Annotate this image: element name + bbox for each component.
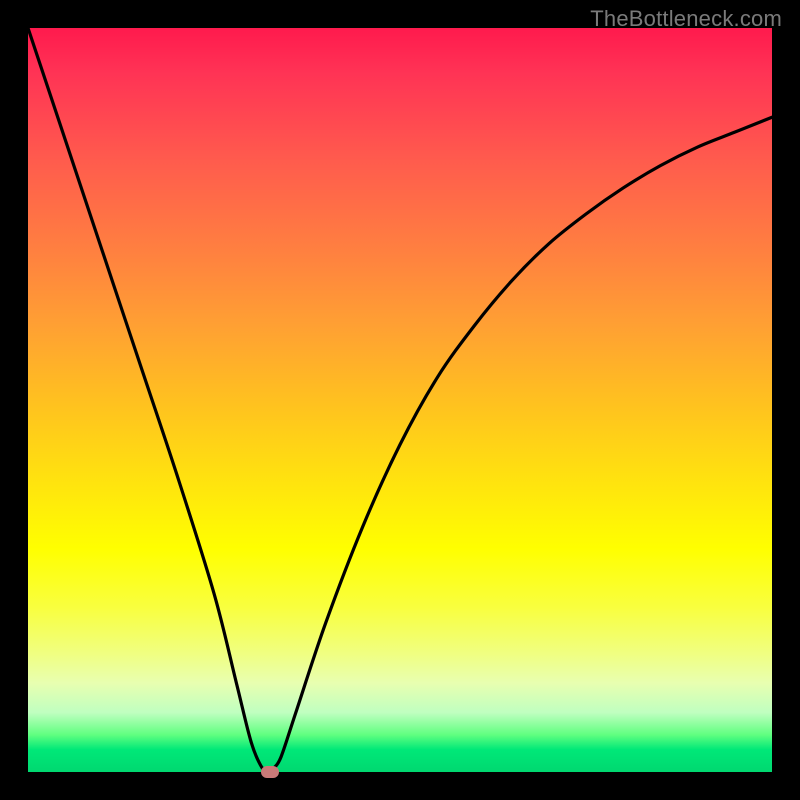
outer-frame: TheBottleneck.com <box>0 0 800 800</box>
watermark-text: TheBottleneck.com <box>590 6 782 32</box>
bottleneck-curve <box>28 28 772 772</box>
optimal-point-marker <box>261 766 279 778</box>
